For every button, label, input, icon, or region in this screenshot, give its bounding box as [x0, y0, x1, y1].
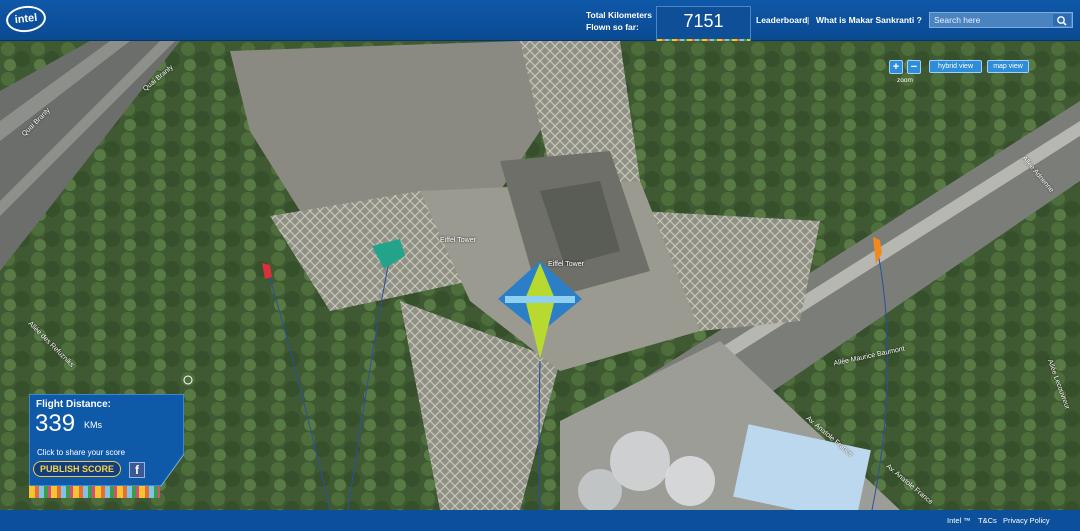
landmark-label: Eiffel Tower [440, 237, 476, 244]
footer-bar: Intel ™ T&Cs Privacy Policy [0, 510, 1080, 531]
flight-distance-label: Flight Distance: [36, 399, 112, 410]
leaderboard-link[interactable]: Leaderboard [756, 15, 808, 25]
facebook-icon[interactable]: f [129, 462, 145, 478]
intel-footer-link[interactable]: Intel ™ [947, 516, 971, 525]
total-km-value: 7151 [683, 11, 724, 31]
search-button[interactable] [1053, 14, 1071, 26]
search-box [929, 12, 1073, 28]
zoom-in-button[interactable]: + [889, 60, 903, 74]
zoom-out-button[interactable]: − [907, 60, 921, 74]
link-separator: | [807, 15, 810, 25]
kite-pattern-strip [29, 486, 160, 498]
total-km-label-line1: Total Kilometers [586, 10, 652, 20]
intel-logo[interactable]: intel [4, 3, 48, 35]
share-prompt: Click to share your score [37, 448, 126, 457]
total-km-label: Total Kilometers Flown so far: [586, 9, 656, 33]
top-bar: intel Total Kilometers Flown so far: 715… [0, 0, 1080, 48]
hybrid-view-button[interactable]: hybrid view [929, 60, 982, 73]
flight-distance-panel: Flight Distance: 339 KMs Click to share … [29, 394, 184, 498]
privacy-policy-link[interactable]: Privacy Policy [1003, 516, 1050, 525]
search-input[interactable] [934, 14, 1049, 26]
publish-score-button[interactable]: PUBLISH SCORE [33, 461, 121, 477]
what-is-makar-sankranti-link[interactable]: What is Makar Sankranti ? [816, 15, 922, 25]
map-view-button[interactable]: map view [987, 60, 1029, 73]
terms-link[interactable]: T&Cs [978, 516, 997, 525]
landmark-label: Eiffel Tower [548, 261, 584, 268]
zoom-label: zoom [897, 77, 913, 84]
total-km-label-line2: Flown so far: [586, 22, 639, 32]
flight-distance-value: 339 [35, 410, 76, 437]
flight-distance-unit: KMs [84, 420, 102, 430]
search-icon [1057, 16, 1067, 26]
